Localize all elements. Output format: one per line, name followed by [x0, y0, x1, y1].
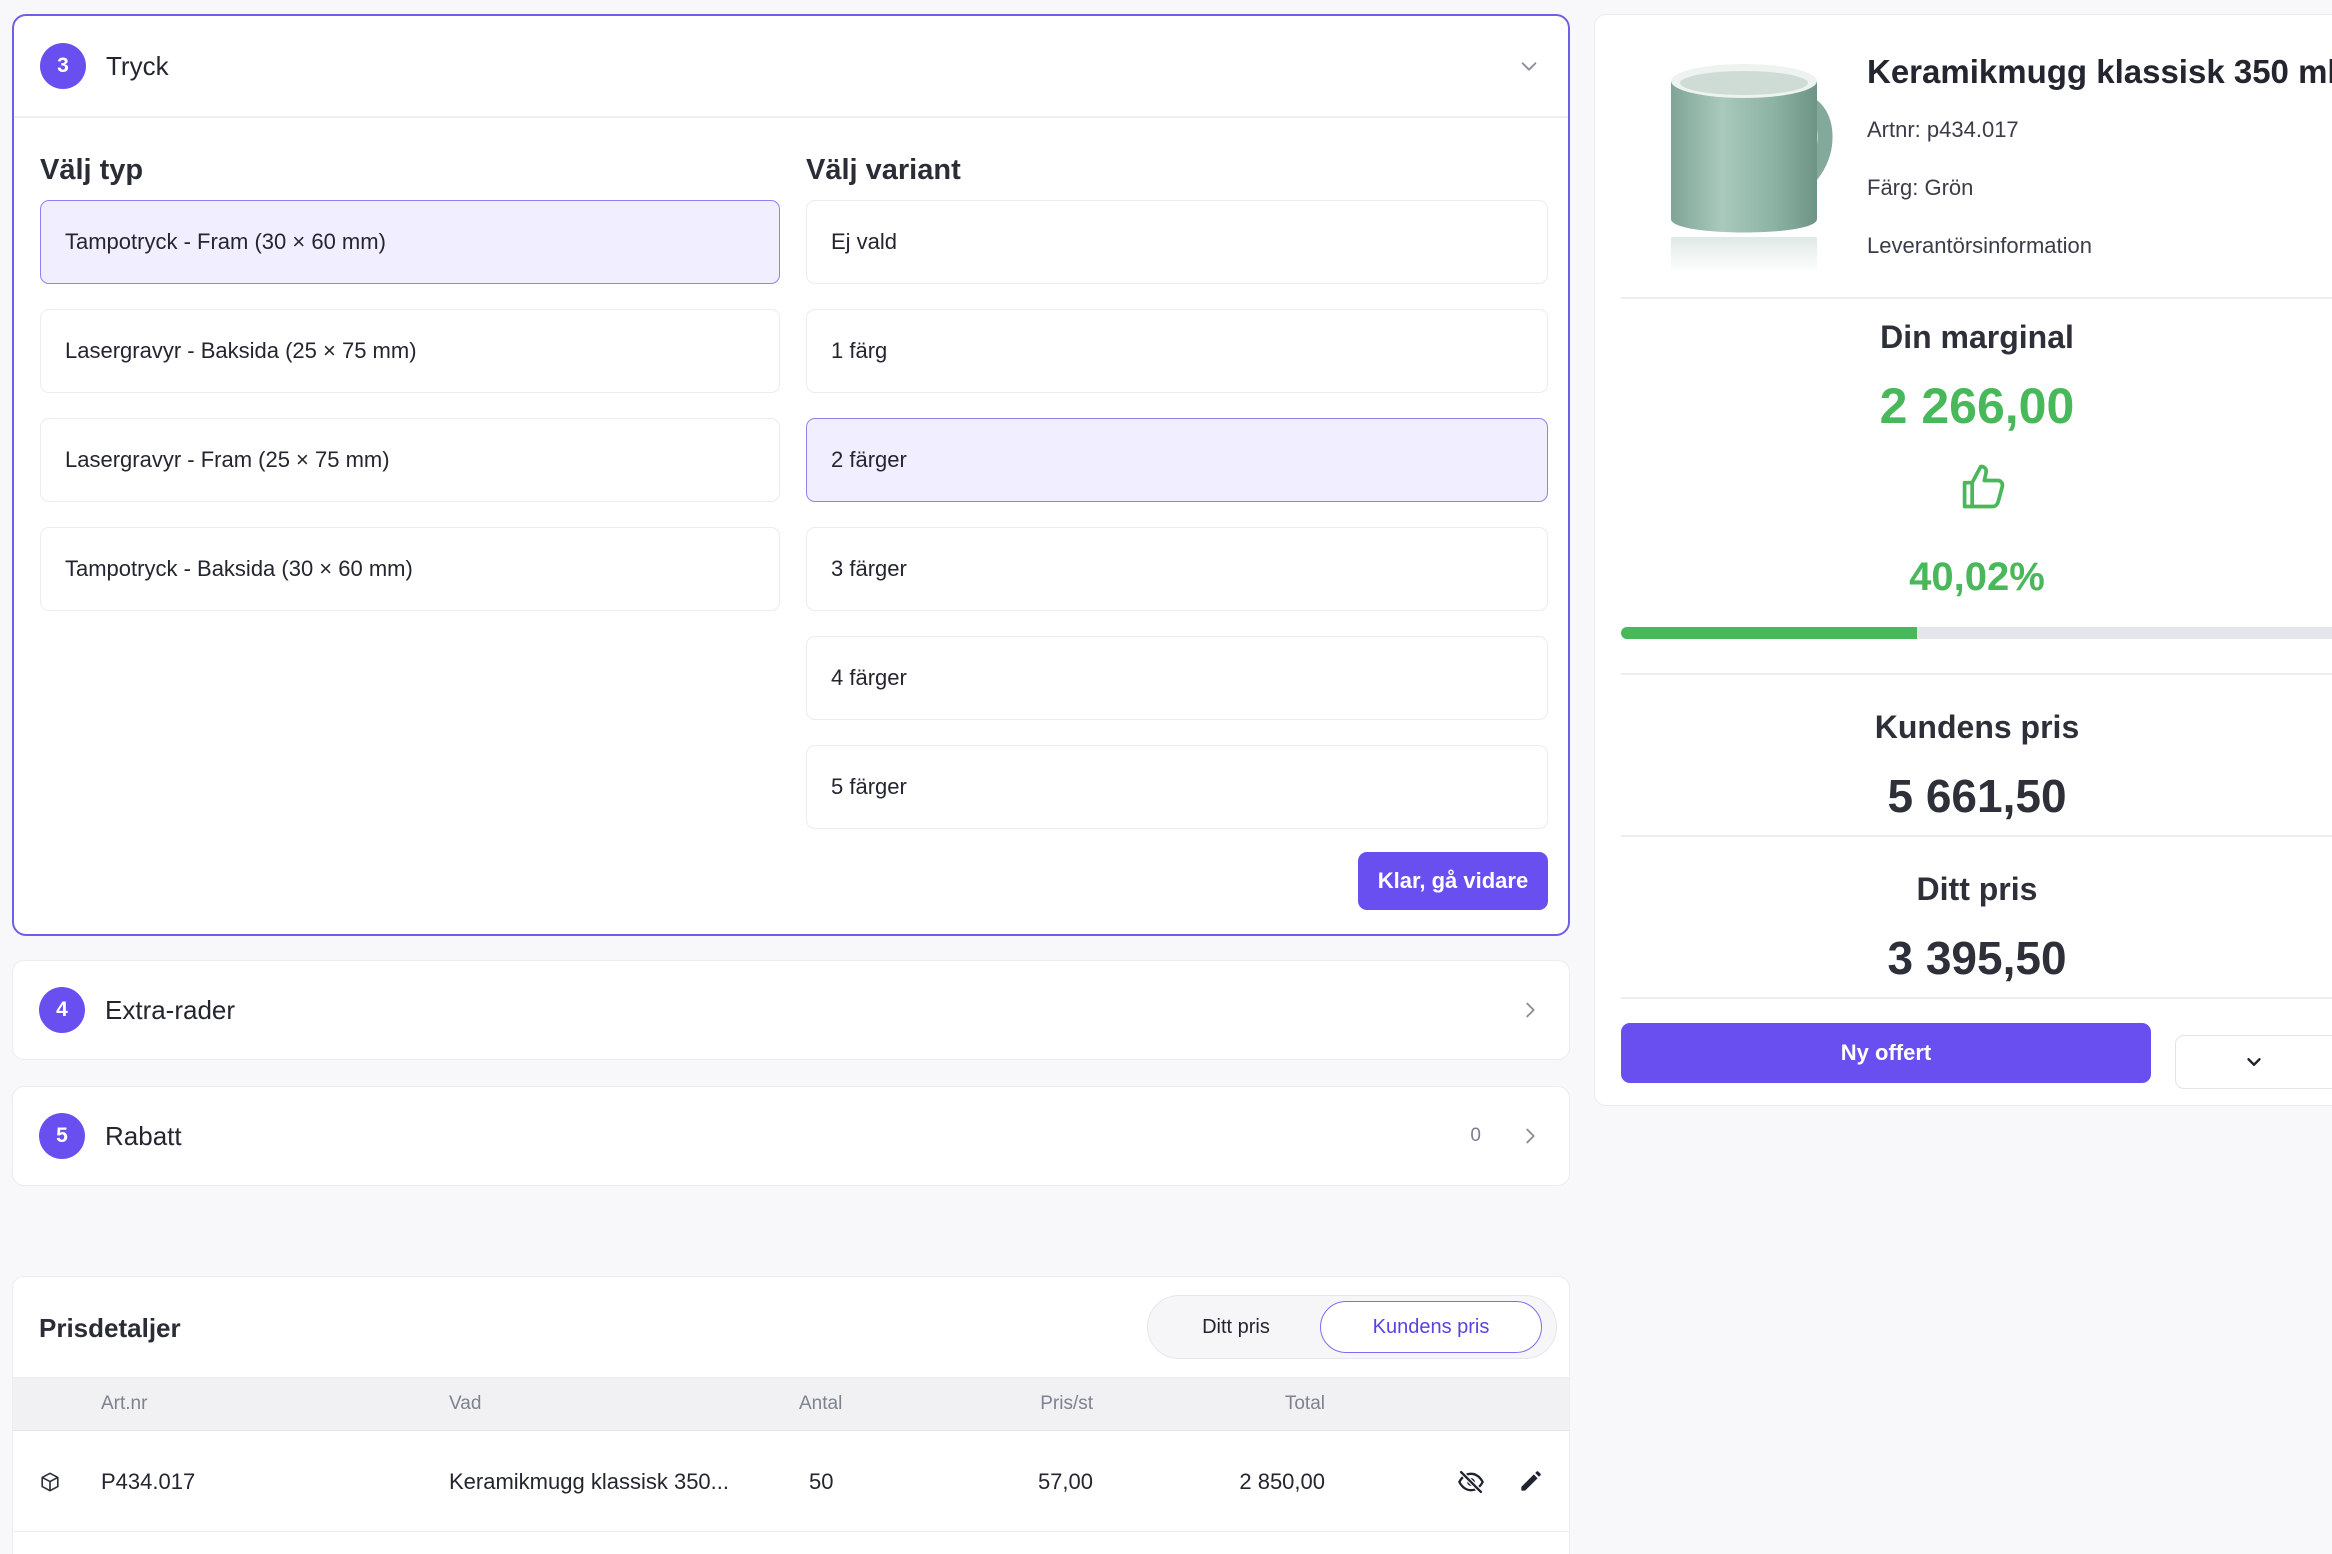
variant-option[interactable]: 1 färg	[806, 309, 1548, 393]
discount-header: 5 Rabatt 0	[13, 1087, 1569, 1185]
step-badge: 3	[40, 43, 86, 89]
section-title: Tryck	[106, 50, 169, 81]
cell-total: 2 850,00	[1239, 1468, 1325, 1494]
discount-count: 0	[1470, 1125, 1481, 1146]
type-option[interactable]: Tampotryck - Fram (30 × 60 mm)	[40, 200, 780, 284]
type-option[interactable]: Tampotryck - Baksida (30 × 60 mm)	[40, 527, 780, 611]
summary-panel: Keramikmugg klassisk 350 ml Artnr: p434.…	[1594, 14, 2332, 1106]
margin-progress-fill	[1621, 627, 1918, 639]
continue-button[interactable]: Klar, gå vidare	[1358, 852, 1548, 910]
customer-price-value: 5 661,50	[1887, 770, 2067, 822]
cell-artnr: P434.017	[101, 1468, 196, 1494]
new-offer-button[interactable]: Ny offert	[1621, 1023, 2151, 1083]
toggle-option-customer-price[interactable]: Kundens pris	[1320, 1301, 1542, 1353]
type-option[interactable]: Lasergravyr - Baksida (25 × 75 mm)	[40, 309, 780, 393]
discount-section[interactable]: 5 Rabatt 0	[12, 1086, 1570, 1186]
margin-label: Din marginal	[1880, 319, 2074, 355]
column-header: Antal	[799, 1393, 843, 1414]
chevron-down-icon	[2247, 1058, 2261, 1066]
eye-off-icon[interactable]	[1457, 1468, 1485, 1496]
variant-heading: Välj variant	[806, 154, 961, 186]
section-title: Extra-rader	[105, 994, 236, 1025]
chevron-right-icon[interactable]	[1519, 1125, 1541, 1147]
toggle-option-your-price[interactable]: Ditt pris	[1156, 1301, 1316, 1353]
edit-pencil-icon[interactable]	[1517, 1469, 1543, 1495]
extra-rows-header: 4 Extra-rader	[13, 961, 1569, 1059]
cell-unit-price: 57,00	[1037, 1468, 1093, 1494]
table-row: P434.017 Keramikmugg klassisk 350... 50 …	[13, 1432, 1569, 1532]
table-header: Art.nr Vad Antal Pris/st Total	[13, 1377, 1569, 1431]
column-header: Total	[1284, 1393, 1325, 1414]
variant-option[interactable]: Ej vald	[806, 200, 1548, 284]
customer-price-label: Kundens pris	[1874, 709, 2080, 745]
your-price-value: 3 395,50	[1887, 932, 2067, 984]
thumbs-up-icon	[1962, 464, 2005, 509]
product-artnr: Artnr: p434.017	[1867, 117, 2019, 142]
your-price-label: Ditt pris	[1916, 871, 2038, 907]
variant-option[interactable]: 4 färger	[806, 636, 1548, 720]
tryck-section: 3 Tryck Välj typ Välj variant Tampotryck…	[12, 14, 1570, 936]
divider	[1621, 835, 2332, 837]
column-header: Art.nr	[101, 1393, 148, 1414]
variant-option[interactable]: 5 färger	[806, 745, 1548, 829]
cell-description: Keramikmugg klassisk 350...	[449, 1468, 729, 1494]
variant-option[interactable]: 3 färger	[806, 527, 1548, 611]
step-badge: 5	[39, 1113, 85, 1159]
divider	[1621, 297, 2332, 299]
divider	[1621, 997, 2332, 999]
cell-quantity: 50	[809, 1468, 834, 1494]
box-icon	[41, 1471, 59, 1492]
variant-option[interactable]: 2 färger	[806, 418, 1548, 502]
divider	[1621, 673, 2332, 675]
type-heading: Välj typ	[40, 154, 144, 186]
offer-options-dropdown[interactable]	[2175, 1035, 2332, 1089]
product-color: Färg: Grön	[1867, 175, 1974, 200]
extra-rows-section[interactable]: 4 Extra-rader	[12, 960, 1570, 1060]
column-header: Pris/st	[1040, 1393, 1093, 1414]
price-toggle: Ditt pris Kundens pris	[1147, 1295, 1557, 1359]
type-option[interactable]: Lasergravyr - Fram (25 × 75 mm)	[40, 418, 780, 502]
product-title: Keramikmugg klassisk 350 ml	[1867, 53, 2332, 90]
column-header: Vad	[449, 1393, 482, 1414]
margin-progress-bar	[1621, 627, 2332, 639]
chevron-down-icon[interactable]	[1518, 55, 1540, 77]
step-badge: 4	[39, 987, 85, 1033]
product-image	[1671, 64, 1833, 273]
tryck-section-header[interactable]: 3 Tryck	[14, 16, 1568, 116]
margin-value: 2 266,00	[1879, 378, 2075, 434]
chevron-right-icon[interactable]	[1519, 999, 1541, 1021]
supplier-info-link[interactable]: Leverantörsinformation	[1867, 233, 2092, 259]
divider	[14, 116, 1568, 118]
price-details-panel: Prisdetaljer Ditt pris Kundens pris Art.…	[12, 1276, 1570, 1554]
section-title: Rabatt	[105, 1120, 182, 1151]
margin-percent: 40,02%	[1909, 555, 2045, 599]
price-details-title: Prisdetaljer	[39, 1313, 181, 1343]
